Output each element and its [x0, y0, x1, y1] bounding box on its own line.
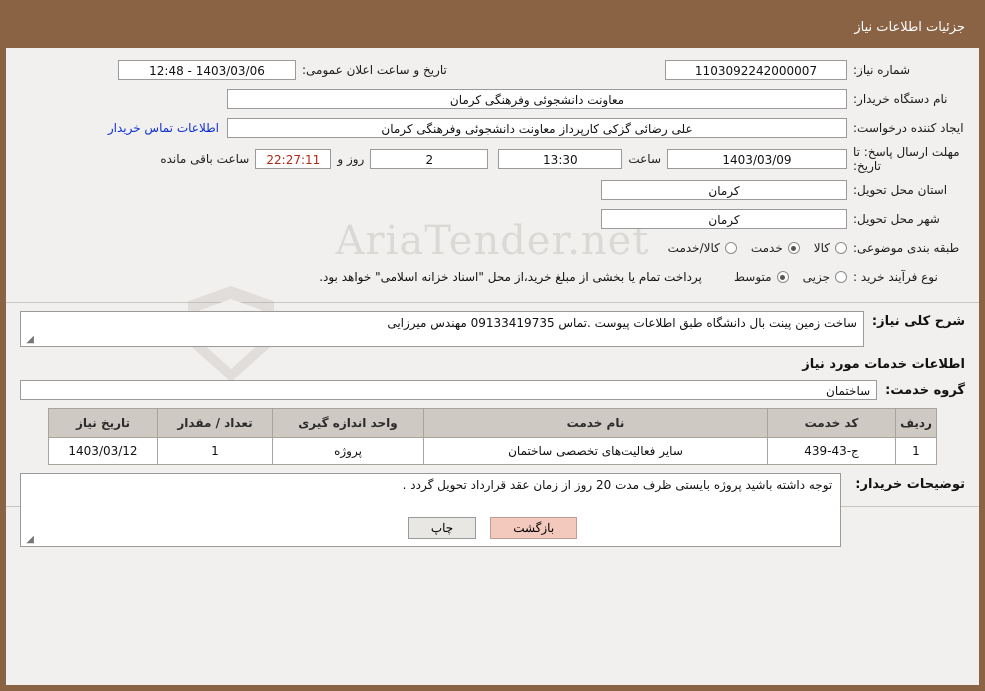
remaining-time-value: 22:27:11 — [255, 149, 332, 169]
resize-handle-icon[interactable]: ◢ — [24, 335, 34, 345]
col-date: تاریخ نیاز — [48, 408, 158, 438]
radio-category-kala-khedmat[interactable]: کالا/خدمت — [668, 241, 737, 255]
description-label: شرح کلی نیاز: — [871, 314, 965, 329]
row-process: نوع فرآیند خرید : جزیی متوسط پرداخت تمام… — [20, 265, 965, 289]
details-panel: AriaTender.net شماره نیاز: 1103092242000… — [6, 48, 979, 547]
radio-circle-selected-icon — [787, 242, 800, 254]
row-city: شهر محل تحویل: کرمان — [20, 207, 965, 231]
cell-date: 1403/03/12 — [48, 437, 158, 465]
payment-note: پرداخت تمام یا بخشی از مبلغ خرید،از محل … — [319, 270, 702, 284]
buyer-contact-link[interactable]: اطلاعات تماس خریدار — [108, 121, 227, 135]
col-unit: واحد اندازه گیری — [272, 408, 424, 438]
cell-index: 1 — [895, 437, 937, 465]
remaining-label: ساعت باقی مانده — [160, 152, 250, 166]
cell-quantity: 1 — [157, 437, 273, 465]
page-container: جزئیات اطلاعات نیاز AriaTender.net شماره… — [0, 0, 985, 691]
deadline-time-value: 13:30 — [498, 149, 623, 169]
service-group-value: ساختمان — [20, 380, 878, 400]
buyer-notes-label: توضیحات خریدار: — [855, 477, 965, 492]
category-label: طبقه بندی موضوعی: — [853, 241, 960, 255]
buyer-org-value: معاونت دانشجوئی وفرهنگی کرمان — [227, 89, 847, 109]
radio-category-kala-label: کالا — [813, 241, 830, 255]
remaining-days-value: 2 — [370, 149, 489, 169]
table-row: 1 ج-43-439 سایر فعالیت‌های تخصصی ساختمان… — [48, 437, 937, 465]
table-header-row: ردیف کد خدمت نام خدمت واحد اندازه گیری ت… — [48, 408, 937, 438]
window-titlebar: جزئیات اطلاعات نیاز — [6, 6, 979, 48]
print-button[interactable]: چاپ — [407, 517, 477, 539]
city-label: شهر محل تحویل: — [853, 212, 940, 226]
radio-process-motevaset[interactable]: متوسط — [734, 270, 789, 284]
row-service-group: گروه خدمت: ساختمان — [20, 380, 965, 400]
province-label: استان محل تحویل: — [853, 183, 948, 197]
radio-process-jozi[interactable]: جزیی — [803, 270, 847, 284]
province-value: کرمان — [601, 180, 847, 200]
col-index: ردیف — [895, 408, 937, 438]
services-table-wrap: ردیف کد خدمت نام خدمت واحد اندازه گیری ت… — [6, 408, 979, 465]
days-label: روز و — [337, 152, 365, 166]
radio-circle-icon — [724, 242, 737, 254]
back-button[interactable]: بازگشت — [490, 517, 578, 539]
description-value: ساخت زمین پینت بال دانشگاه طبق اطلاعات پ… — [387, 316, 857, 330]
row-deadline: مهلت ارسال پاسخ: تا تاریخ: 1403/03/09 سا… — [20, 145, 965, 173]
cell-unit: پروژه — [272, 437, 424, 465]
buyer-org-label: نام دستگاه خریدار: — [853, 92, 948, 106]
radio-circle-selected-icon — [776, 271, 789, 283]
col-quantity: تعداد / مقدار — [157, 408, 273, 438]
cell-code: ج-43-439 — [767, 437, 896, 465]
creator-label: ایجاد کننده درخواست: — [853, 121, 964, 135]
need-info-form: شماره نیاز: 1103092242000007 تاریخ و ساع… — [6, 48, 979, 296]
row-province: استان محل تحویل: کرمان — [20, 178, 965, 202]
deadline-label: مهلت ارسال پاسخ: تا تاریخ: — [853, 145, 960, 173]
buyer-notes-value: توجه داشته باشید پروژه بایستی ظرف مدت 20… — [402, 478, 833, 492]
description-textarea[interactable]: ساخت زمین پینت بال دانشگاه طبق اطلاعات پ… — [20, 311, 864, 347]
services-table: ردیف کد خدمت نام خدمت واحد اندازه گیری ت… — [48, 408, 937, 465]
col-name: نام خدمت — [423, 408, 768, 438]
radio-category-kala-khedmat-label: کالا/خدمت — [667, 241, 720, 255]
row-description: شرح کلی نیاز: ساخت زمین پینت بال دانشگاه… — [20, 311, 965, 347]
radio-circle-icon — [835, 242, 847, 254]
process-radio-group: جزیی متوسط — [720, 270, 847, 284]
announce-datetime-value: 1403/03/06 - 12:48 — [118, 60, 296, 80]
service-group-label: گروه خدمت: — [885, 382, 965, 398]
need-number-value: 1103092242000007 — [665, 60, 847, 80]
col-code: کد خدمت — [767, 408, 896, 438]
creator-value: علی رضائی گزکی کارپرداز معاونت دانشجوئی … — [227, 118, 847, 138]
radio-process-motevaset-label: متوسط — [733, 270, 772, 284]
announce-datetime-label: تاریخ و ساعت اعلان عمومی: — [302, 63, 447, 77]
row-creator: ایجاد کننده درخواست: علی رضائی گزکی کارپ… — [20, 116, 965, 140]
row-category: طبقه بندی موضوعی: کالا خدمت کالا/خدمت — [20, 236, 965, 260]
radio-process-jozi-label: جزیی — [802, 270, 830, 284]
footer-actions: بازگشت چاپ — [6, 517, 979, 539]
city-value: کرمان — [601, 209, 847, 229]
row-need-number: شماره نیاز: 1103092242000007 تاریخ و ساع… — [20, 58, 965, 82]
services-heading: اطلاعات خدمات مورد نیاز — [802, 357, 965, 372]
page-title: جزئیات اطلاعات نیاز — [854, 19, 965, 35]
description-section: شرح کلی نیاز: ساخت زمین پینت بال دانشگاه… — [6, 303, 979, 400]
radio-category-khedmat-label: خدمت — [750, 241, 783, 255]
radio-circle-icon — [835, 271, 847, 283]
radio-category-kala[interactable]: کالا — [814, 241, 847, 255]
need-number-label: شماره نیاز: — [853, 63, 910, 77]
process-label: نوع فرآیند خرید : — [853, 270, 938, 284]
deadline-date-value: 1403/03/09 — [667, 149, 847, 169]
hour-label: ساعت — [628, 152, 661, 166]
category-radio-group: کالا خدمت کالا/خدمت — [654, 241, 847, 255]
row-buyer-org: نام دستگاه خریدار: معاونت دانشجوئی وفرهن… — [20, 87, 965, 111]
radio-category-khedmat[interactable]: خدمت — [751, 241, 800, 255]
cell-name: سایر فعالیت‌های تخصصی ساختمان — [423, 437, 768, 465]
